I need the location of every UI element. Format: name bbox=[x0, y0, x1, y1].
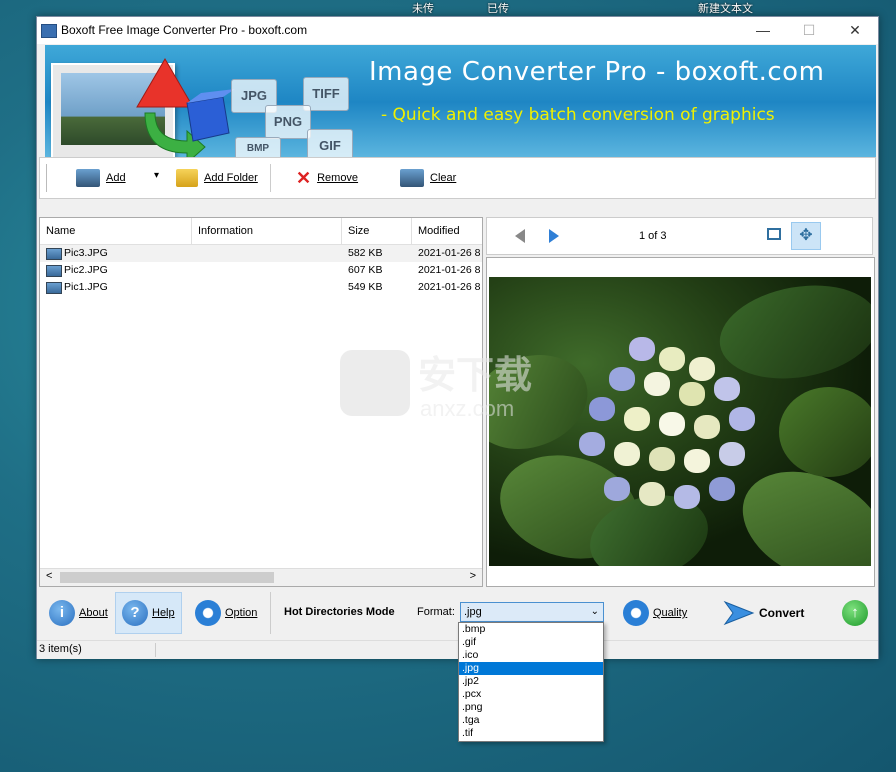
main-toolbar: Add ▾ Add Folder ✕ Remove Clear bbox=[39, 157, 876, 199]
file-modified: 2021-01-26 8 bbox=[418, 247, 481, 259]
clear-button[interactable]: Clear bbox=[400, 168, 456, 188]
title-bar[interactable]: Boxoft Free Image Converter Pro - boxoft… bbox=[37, 17, 878, 44]
add-button[interactable]: Add bbox=[76, 168, 126, 188]
format-option[interactable]: .jp2 bbox=[459, 675, 603, 688]
quality-button[interactable]: Quality bbox=[623, 598, 687, 628]
help-label: Help bbox=[152, 607, 175, 619]
file-name: Pic2.JPG bbox=[64, 264, 108, 276]
app-window: Boxoft Free Image Converter Pro - boxoft… bbox=[36, 16, 879, 659]
minimize-button[interactable]: — bbox=[740, 17, 786, 44]
scroll-thumb[interactable] bbox=[60, 572, 274, 583]
column-name[interactable]: Name bbox=[40, 218, 192, 244]
format-option-selected[interactable]: .jpg bbox=[459, 662, 603, 675]
option-button[interactable]: Option bbox=[195, 598, 257, 628]
horizontal-scrollbar[interactable]: < > bbox=[40, 568, 482, 586]
column-size[interactable]: Size bbox=[342, 218, 412, 244]
file-list-header: Name Information Size Modified bbox=[40, 218, 482, 245]
convert-label: Convert bbox=[759, 606, 805, 620]
add-folder-label: Add Folder bbox=[204, 172, 258, 184]
add-image-icon bbox=[76, 169, 100, 187]
convert-button[interactable]: Convert bbox=[723, 598, 804, 628]
banner-subtitle: - Quick and easy batch conversion of gra… bbox=[381, 105, 775, 125]
watermark-text-en: anxz.com bbox=[420, 396, 515, 421]
window-title: Boxoft Free Image Converter Pro - boxoft… bbox=[61, 23, 308, 37]
info-icon: i bbox=[49, 600, 75, 626]
page-indicator: 1 of 3 bbox=[639, 230, 667, 242]
format-option[interactable]: .bmp bbox=[459, 623, 603, 636]
format-dropdown-list[interactable]: .bmp .gif .ico .jpg .jp2 .pcx .png .tga … bbox=[458, 622, 604, 742]
format-option[interactable]: .ico bbox=[459, 649, 603, 662]
scroll-left-icon[interactable]: < bbox=[46, 570, 52, 582]
clear-label: Clear bbox=[430, 172, 457, 184]
upload-icon[interactable]: ↑ bbox=[842, 600, 868, 626]
desktop-label-1[interactable]: 未传 bbox=[412, 0, 434, 16]
table-row[interactable]: Pic3.JPG 582 KB 2021-01-26 8 bbox=[40, 245, 482, 262]
add-folder-button[interactable]: Add Folder bbox=[176, 168, 258, 188]
clear-icon bbox=[400, 169, 424, 187]
add-folder-icon bbox=[176, 169, 198, 187]
preview-toolbar: 1 of 3 ✥ bbox=[486, 217, 873, 255]
file-name: Pic1.JPG bbox=[64, 281, 108, 293]
header-banner: JPG TIFF PNG BMP GIF Image Converter Pro… bbox=[45, 45, 876, 172]
watermark-text-cn: 安下载 bbox=[418, 355, 533, 397]
watermark-bag-icon bbox=[340, 350, 410, 416]
remove-label: Remove bbox=[317, 172, 359, 184]
remove-x-icon: ✕ bbox=[296, 167, 312, 188]
app-icon bbox=[41, 24, 57, 38]
format-option[interactable]: .gif bbox=[459, 636, 603, 649]
add-label: Add bbox=[106, 172, 126, 184]
file-size: 582 KB bbox=[348, 247, 383, 259]
format-option[interactable]: .tif bbox=[459, 727, 603, 740]
column-modified[interactable]: Modified bbox=[412, 218, 482, 244]
image-file-icon bbox=[46, 248, 62, 260]
watermark: 安下载 anxz.com bbox=[340, 344, 560, 424]
hot-directories-mode[interactable]: Hot Directories Mode bbox=[284, 606, 395, 618]
desktop-label-2[interactable]: 已传 bbox=[487, 0, 509, 16]
previous-icon[interactable] bbox=[513, 228, 527, 244]
format-option[interactable]: .tga bbox=[459, 714, 603, 727]
format-option[interactable]: .pcx bbox=[459, 688, 603, 701]
status-item-count: 3 item(s) bbox=[39, 643, 82, 655]
image-file-icon bbox=[46, 265, 62, 277]
add-dropdown-icon[interactable]: ▾ bbox=[154, 170, 159, 181]
remove-button[interactable]: ✕ Remove bbox=[296, 168, 358, 188]
actual-size-icon[interactable]: ✥ bbox=[791, 222, 821, 250]
table-row[interactable]: Pic2.JPG 607 KB 2021-01-26 8 bbox=[40, 262, 482, 279]
format-select-value: .jpg bbox=[464, 606, 482, 618]
hydrangea-flower bbox=[569, 337, 769, 517]
close-button[interactable]: ✕ bbox=[832, 17, 878, 44]
png-badge: PNG bbox=[265, 105, 311, 139]
gear-icon bbox=[195, 600, 221, 626]
desktop-label-3[interactable]: 新建文本文 bbox=[698, 0, 753, 16]
format-option[interactable]: .png bbox=[459, 701, 603, 714]
format-label: Format: bbox=[417, 606, 455, 618]
converter-logo-icon bbox=[136, 58, 235, 163]
help-button[interactable]: ? Help bbox=[115, 592, 182, 634]
next-icon[interactable] bbox=[547, 228, 561, 244]
column-information[interactable]: Information bbox=[192, 218, 342, 244]
about-button[interactable]: i About bbox=[49, 598, 108, 628]
maximize-button[interactable]: ☐ bbox=[786, 17, 832, 44]
table-row[interactable]: Pic1.JPG 549 KB 2021-01-26 8 bbox=[40, 279, 482, 296]
format-select[interactable]: .jpg ⌄ bbox=[460, 602, 604, 622]
file-name: Pic3.JPG bbox=[64, 247, 108, 259]
fit-window-icon[interactable] bbox=[767, 228, 781, 240]
help-icon: ? bbox=[122, 600, 148, 626]
banner-title: Image Converter Pro - boxoft.com bbox=[369, 57, 825, 87]
quality-gear-icon bbox=[623, 600, 649, 626]
quality-label: Quality bbox=[653, 607, 688, 619]
convert-arrow-icon bbox=[723, 600, 755, 626]
chevron-down-icon: ⌄ bbox=[590, 606, 599, 617]
image-file-icon bbox=[46, 282, 62, 294]
file-size: 549 KB bbox=[348, 281, 383, 293]
file-size: 607 KB bbox=[348, 264, 383, 276]
scroll-right-icon[interactable]: > bbox=[470, 570, 476, 582]
about-label: About bbox=[79, 607, 108, 619]
option-label: Option bbox=[225, 607, 258, 619]
file-modified: 2021-01-26 8 bbox=[418, 281, 481, 293]
file-modified: 2021-01-26 8 bbox=[418, 264, 481, 276]
